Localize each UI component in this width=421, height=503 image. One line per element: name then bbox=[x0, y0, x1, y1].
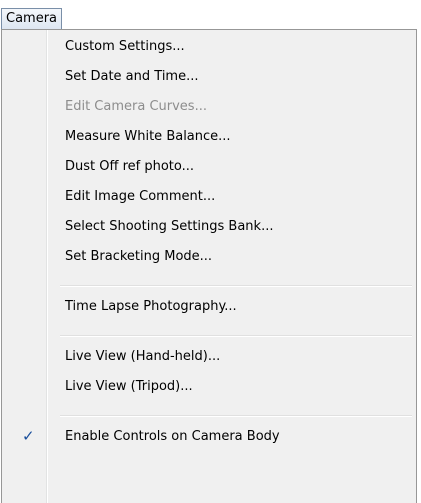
menu-item-label: Custom Settings... bbox=[65, 39, 185, 54]
camera-menu-tab[interactable]: Camera bbox=[1, 8, 63, 29]
menu-item-live-view-hand-held[interactable]: Live View (Hand-held)... bbox=[4, 343, 414, 373]
menu-item-label: Time Lapse Photography... bbox=[65, 299, 237, 314]
menubar: Camera bbox=[0, 0, 421, 30]
menu-item-label: Live View (Tripod)... bbox=[65, 379, 193, 394]
menu-item-set-date-and-time[interactable]: Set Date and Time... bbox=[4, 63, 414, 93]
menu-item-select-shooting-settings-bank[interactable]: Select Shooting Settings Bank... bbox=[4, 213, 414, 243]
menu-item-dust-off-ref-photo[interactable]: Dust Off ref photo... bbox=[4, 153, 414, 183]
menu-item-custom-settings[interactable]: Custom Settings... bbox=[4, 33, 414, 63]
menu-item-label: Enable Controls on Camera Body bbox=[65, 429, 280, 444]
menu-item-label: Edit Camera Curves... bbox=[65, 99, 207, 114]
menu-item-label: Live View (Hand-held)... bbox=[65, 349, 221, 364]
menu-separator bbox=[60, 335, 412, 337]
menu-item-edit-image-comment[interactable]: Edit Image Comment... bbox=[4, 183, 414, 213]
menu-item-label: Measure White Balance... bbox=[65, 129, 231, 144]
menu-separator bbox=[60, 415, 412, 417]
menu-item-label: Select Shooting Settings Bank... bbox=[65, 219, 274, 234]
menu-item-enable-controls-on-camera-body[interactable]: ✓ Enable Controls on Camera Body bbox=[4, 423, 414, 453]
menu-item-label: Set Date and Time... bbox=[65, 69, 199, 84]
menu-item-label: Dust Off ref photo... bbox=[65, 159, 195, 174]
menu-item-set-bracketing-mode[interactable]: Set Bracketing Mode... bbox=[4, 243, 414, 273]
camera-dropdown-menu: Custom Settings... Set Date and Time... … bbox=[1, 29, 417, 503]
checkmark-icon: ✓ bbox=[22, 427, 35, 445]
menu-item-time-lapse-photography[interactable]: Time Lapse Photography... bbox=[4, 293, 414, 323]
menu-item-live-view-tripod[interactable]: Live View (Tripod)... bbox=[4, 373, 414, 403]
menu-item-edit-camera-curves: Edit Camera Curves... bbox=[4, 93, 414, 123]
menu-item-label: Edit Image Comment... bbox=[65, 189, 216, 204]
menu-separator bbox=[60, 285, 412, 287]
menu-item-label: Set Bracketing Mode... bbox=[65, 249, 213, 264]
menu-item-measure-white-balance[interactable]: Measure White Balance... bbox=[4, 123, 414, 153]
